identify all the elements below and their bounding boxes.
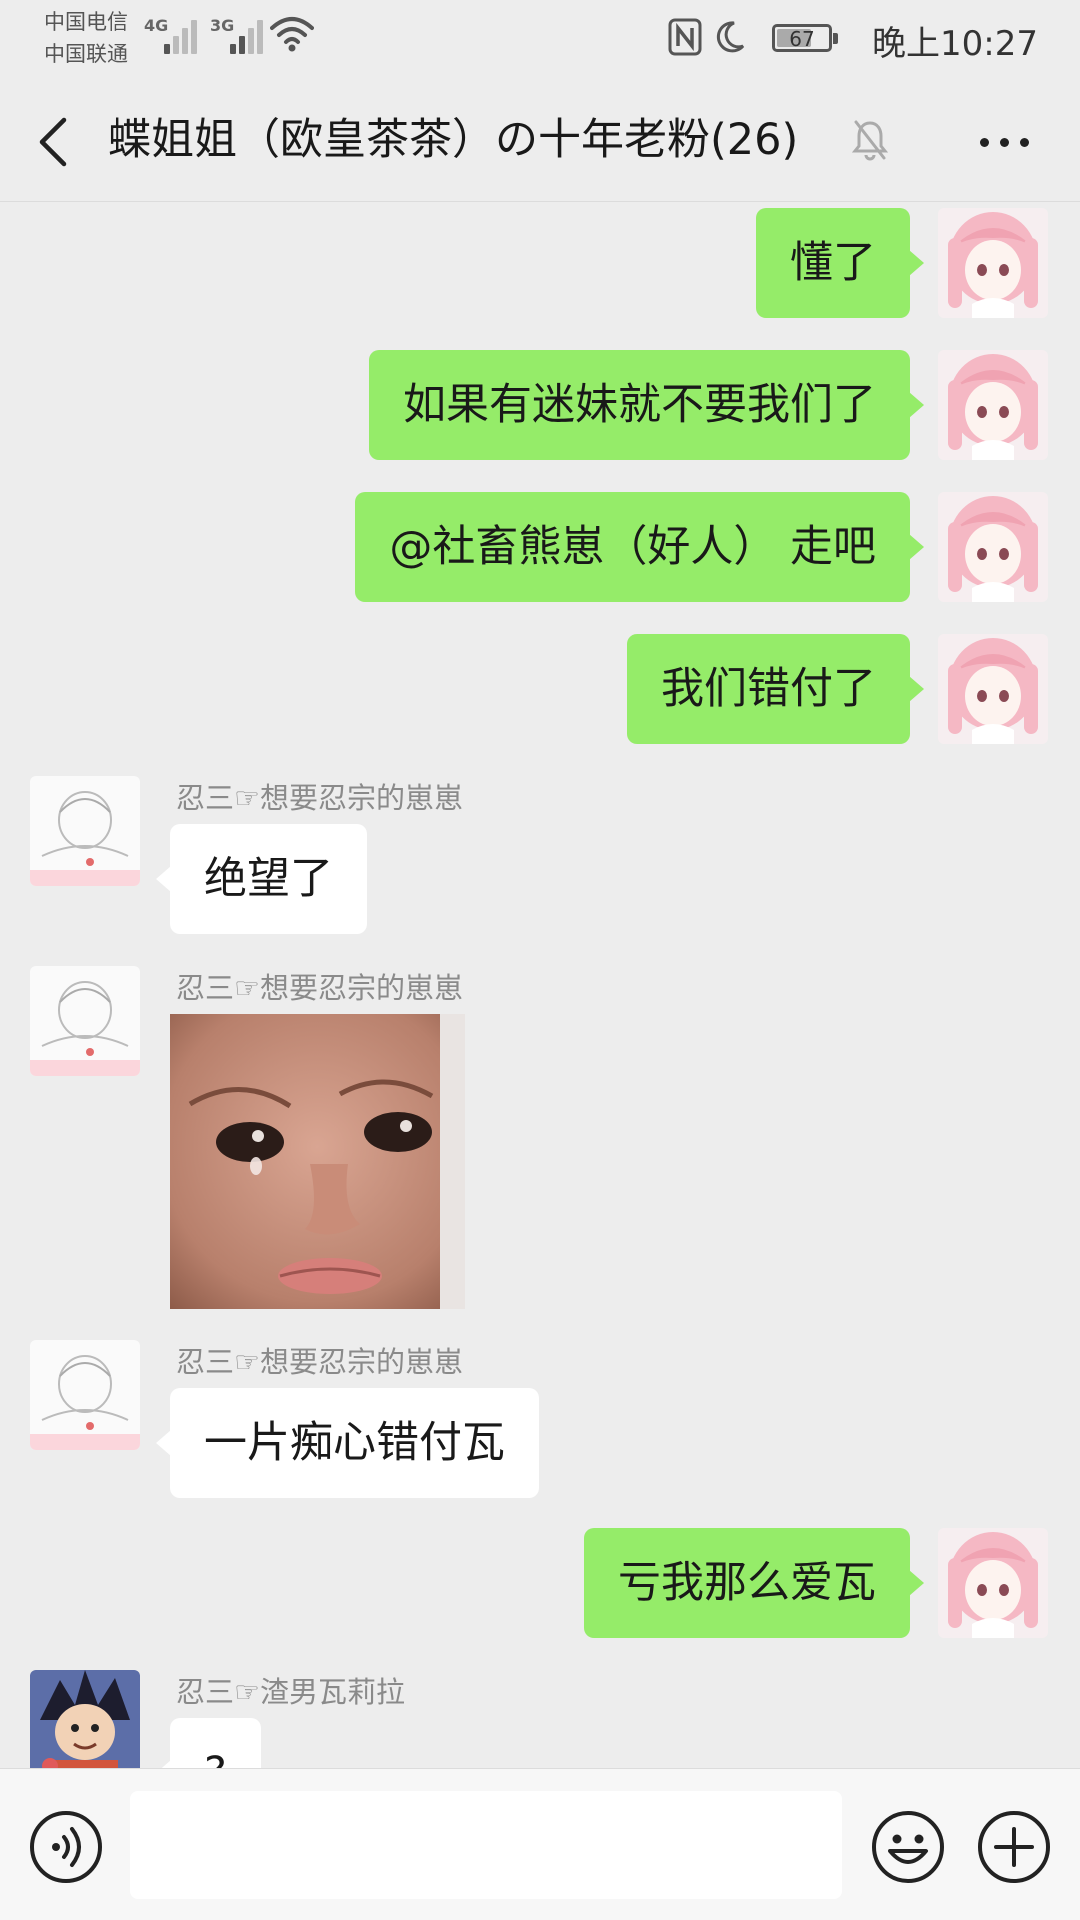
message-list[interactable]: 懂了 如果有迷妹就不要我们了 @社畜熊崽（好人） 走吧 我们错付了 忍三☞想要忍…: [0, 203, 1080, 1768]
message-bubble-self[interactable]: 亏我那么爱瓦: [584, 1528, 924, 1638]
self-avatar[interactable]: [938, 492, 1048, 602]
message-row: 忍三☞想要忍宗的崽崽: [0, 966, 1080, 1311]
message-bubble-other[interactable]: 绝望了: [156, 824, 367, 934]
moon-icon: [716, 21, 745, 53]
wifi-icon: [270, 17, 314, 52]
message-input[interactable]: [130, 1791, 842, 1899]
chat-title: 蝶姐姐（欧皇茶茶）の十年老粉(26): [108, 115, 799, 165]
nfc-icon: [668, 18, 702, 56]
message-row: 如果有迷妹就不要我们了: [0, 350, 1080, 460]
message-row: 忍三☞想要忍宗的崽崽 一片痴心错付瓦: [0, 1340, 1080, 1500]
anime-girl-avatar-icon: [938, 492, 1048, 602]
signal-bars-icon: [164, 18, 204, 54]
more-icon[interactable]: [972, 124, 1036, 160]
message-row: 我们错付了: [0, 634, 1080, 744]
message-bubble-self[interactable]: 如果有迷妹就不要我们了: [369, 350, 924, 460]
back-icon[interactable]: [34, 114, 74, 170]
plus-icon[interactable]: [976, 1809, 1052, 1885]
message-bubble-other[interactable]: ?: [156, 1718, 261, 1768]
self-avatar[interactable]: [938, 634, 1048, 744]
cartoon-boy-avatar-icon: [30, 1670, 140, 1768]
message-row: 忍三☞想要忍宗的崽崽 绝望了: [0, 776, 1080, 936]
message-row: 懂了: [0, 208, 1080, 318]
sketch-avatar-icon: [30, 966, 140, 1076]
crying-baby-photo: [170, 1014, 465, 1309]
carrier-info: 中国电信 中国联通: [44, 6, 128, 70]
battery-icon: 67: [772, 24, 838, 52]
signal-bars-icon: [230, 18, 270, 54]
status-bar: 中国电信 中国联通 4G 3G 67 晚上10:27: [0, 0, 1080, 80]
battery-percent: 67: [789, 27, 815, 51]
signal-2: 3G: [210, 14, 276, 54]
sender-name: 忍三☞渣男瓦莉拉: [176, 1675, 405, 1709]
message-row: 忍三☞渣男瓦莉拉 ?: [0, 1670, 1080, 1768]
sender-avatar[interactable]: [30, 966, 140, 1076]
chat-header: 蝶姐姐（欧皇茶茶）の十年老粉(26): [0, 80, 1080, 202]
anime-girl-avatar-icon: [938, 1528, 1048, 1638]
input-bar: [0, 1768, 1080, 1920]
self-avatar[interactable]: [938, 208, 1048, 318]
sketch-avatar-icon: [30, 1340, 140, 1450]
voice-icon[interactable]: [28, 1809, 104, 1885]
sender-avatar[interactable]: [30, 776, 140, 886]
anime-girl-avatar-icon: [938, 634, 1048, 744]
image-message[interactable]: [170, 1014, 465, 1309]
message-bubble-self[interactable]: 懂了: [756, 208, 924, 318]
status-right: 67 晚上10:27: [638, 12, 1038, 64]
message-row: 亏我那么爱瓦: [0, 1528, 1080, 1638]
signal-1: 4G: [144, 14, 210, 54]
anime-girl-avatar-icon: [938, 208, 1048, 318]
carrier-2: 中国联通: [44, 42, 128, 66]
self-avatar[interactable]: [938, 1528, 1048, 1638]
clock: 晚上10:27: [872, 24, 1038, 64]
carrier-1: 中国电信: [44, 10, 128, 34]
sender-name: 忍三☞想要忍宗的崽崽: [176, 781, 463, 815]
message-bubble-self[interactable]: @社畜熊崽（好人） 走吧: [355, 492, 924, 602]
message-bubble-other[interactable]: 一片痴心错付瓦: [156, 1388, 539, 1498]
sender-name: 忍三☞想要忍宗的崽崽: [176, 971, 463, 1005]
sender-avatar[interactable]: [30, 1670, 140, 1768]
emoji-icon[interactable]: [870, 1809, 946, 1885]
sender-avatar[interactable]: [30, 1340, 140, 1450]
self-avatar[interactable]: [938, 350, 1048, 460]
message-row: @社畜熊崽（好人） 走吧: [0, 492, 1080, 602]
mute-bell-icon: [852, 120, 888, 161]
sender-name: 忍三☞想要忍宗的崽崽: [176, 1345, 463, 1379]
anime-girl-avatar-icon: [938, 350, 1048, 460]
message-bubble-self[interactable]: 我们错付了: [627, 634, 924, 744]
sketch-avatar-icon: [30, 776, 140, 886]
